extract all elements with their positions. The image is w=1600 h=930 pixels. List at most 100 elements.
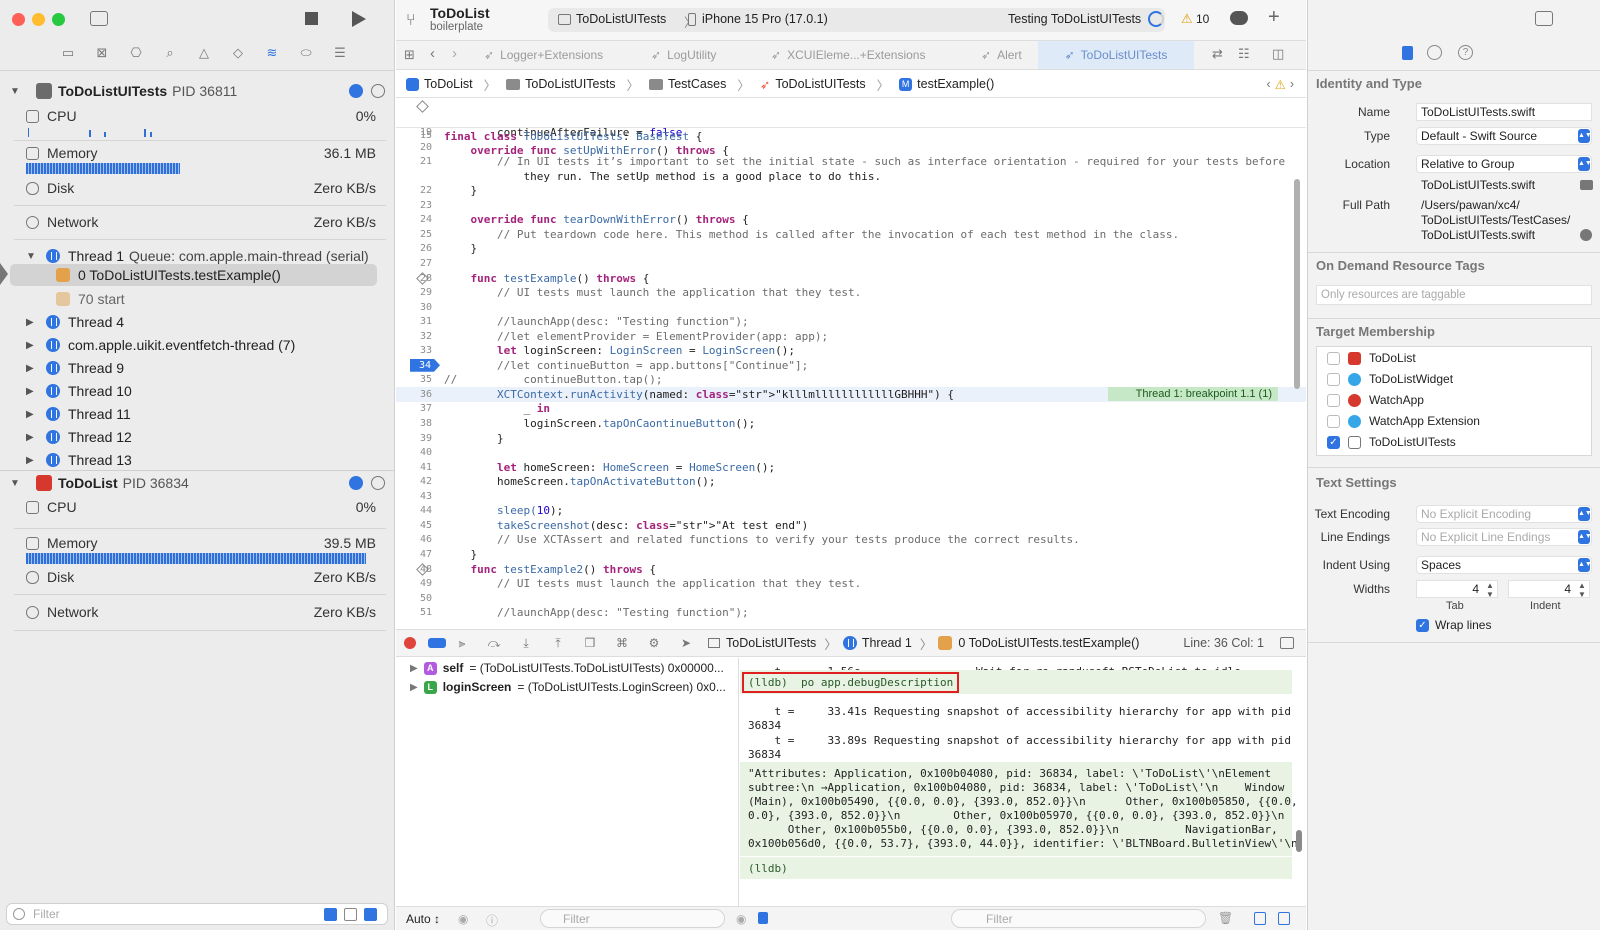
- test-diamond-icon[interactable]: [416, 100, 429, 113]
- target-row-watchapp-extension[interactable]: WatchApp Extension: [1327, 414, 1480, 428]
- chevron-down-icon[interactable]: ▼: [10, 86, 22, 97]
- tab-xcuielement-extensions[interactable]: ➶ XCUIEleme...+Extensions: [761, 41, 935, 69]
- debug-target[interactable]: ToDoListUITests: [726, 636, 816, 650]
- line-number[interactable]: 35: [396, 372, 432, 387]
- line-number[interactable]: 49: [396, 576, 432, 591]
- breakpoints-toggle-icon[interactable]: [428, 638, 446, 648]
- step-over-icon[interactable]: ⤼: [486, 636, 502, 650]
- chevron-down-icon[interactable]: ▼: [26, 251, 38, 262]
- filter-option-icon[interactable]: [344, 908, 357, 921]
- stack-frame-0[interactable]: 0 ToDoListUITests.testExample(): [10, 264, 377, 286]
- console-option-icon[interactable]: [758, 912, 768, 924]
- chevron-right-icon[interactable]: ▶: [26, 317, 38, 328]
- show-variables-icon[interactable]: [1254, 912, 1266, 925]
- stop-icon[interactable]: [305, 12, 318, 25]
- process-row-uitests[interactable]: ▼ ToDoListUITests PID 36811: [10, 80, 385, 102]
- activity-bar[interactable]: ToDoListUITests 〉 iPhone 15 Pro (17.0.1)…: [548, 8, 1165, 32]
- line-number[interactable]: 26: [396, 241, 432, 256]
- endings-popup[interactable]: No Explicit Line Endings ▲▼: [1416, 528, 1592, 546]
- navigator-filter[interactable]: Filter: [6, 903, 388, 925]
- continue-icon[interactable]: ⫸: [454, 636, 470, 650]
- chevron-down-icon[interactable]: ▼: [10, 478, 22, 489]
- scheme-label[interactable]: ToDoListUITests: [576, 12, 666, 26]
- eye-icon[interactable]: ◉: [736, 912, 746, 926]
- swap-icon[interactable]: ⇄: [1212, 46, 1223, 62]
- variables-scope-popup[interactable]: Auto ↕: [406, 912, 440, 926]
- stack-frame-70[interactable]: 70 start: [56, 288, 416, 310]
- run-icon[interactable]: [352, 11, 366, 27]
- chevron-right-icon[interactable]: ▶: [26, 340, 38, 351]
- toggle-console-icon[interactable]: [1280, 637, 1294, 649]
- sidebar-toggle-icon[interactable]: [90, 11, 108, 26]
- line-number[interactable]: 36: [396, 387, 432, 402]
- line-number[interactable]: 46: [396, 532, 432, 547]
- device-label[interactable]: iPhone 15 Pro (17.0.1): [702, 12, 828, 26]
- thread-row[interactable]: ▶ Thread 12: [26, 426, 386, 448]
- line-number[interactable]: 25: [396, 227, 432, 242]
- target-row-todolist[interactable]: ToDoList: [1327, 351, 1416, 365]
- source-editor[interactable]: 19 continueAfterFailure = false 20 21 // I…: [396, 99, 1306, 629]
- view-hierarchy-icon[interactable]: ❒: [582, 636, 598, 650]
- chevron-left-icon[interactable]: ‹: [1266, 77, 1270, 91]
- test-icon[interactable]: ◇: [230, 45, 246, 61]
- variables-filter[interactable]: Filter: [540, 909, 725, 928]
- chevron-right-icon[interactable]: ▶: [26, 409, 38, 420]
- filter-option-icon[interactable]: [324, 908, 337, 921]
- line-number[interactable]: 42: [396, 474, 432, 489]
- line-number[interactable]: 45: [396, 518, 432, 533]
- tab-alert[interactable]: ➶ Alert: [971, 41, 1032, 69]
- line-number[interactable]: 50: [396, 591, 432, 606]
- thread-row[interactable]: ▶ Thread 9: [26, 357, 386, 379]
- line-number[interactable]: 43: [396, 489, 432, 504]
- target-checkbox[interactable]: [1327, 351, 1340, 365]
- breadcrumb-file[interactable]: ➶ ToDoListUITests 〉: [760, 75, 889, 94]
- source-control-icon[interactable]: ⊠: [94, 45, 110, 61]
- back-icon[interactable]: ‹: [430, 45, 435, 62]
- stepper-icon[interactable]: ▲ ▼: [1486, 581, 1494, 599]
- cpu-gauge[interactable]: CPU 0%: [26, 499, 376, 515]
- pause-icon[interactable]: [371, 476, 385, 490]
- chevron-right-icon[interactable]: ▶: [410, 682, 418, 693]
- memory-graph-icon[interactable]: ⌘: [614, 636, 630, 650]
- location-icon[interactable]: ➤: [678, 636, 694, 650]
- warning-icon[interactable]: ⚠: [1181, 11, 1193, 27]
- step-out-icon[interactable]: ⤒: [550, 636, 566, 650]
- debug-icon[interactable]: ≋: [264, 45, 280, 61]
- disk-gauge[interactable]: Disk Zero KB/s: [26, 180, 376, 196]
- issue-icon[interactable]: △: [196, 45, 212, 61]
- folder-icon[interactable]: ▭: [60, 45, 76, 61]
- console-filter[interactable]: Filter: [951, 909, 1206, 928]
- line-number[interactable]: 37: [396, 401, 432, 416]
- thread-row[interactable]: ▶ Thread 10: [26, 380, 386, 402]
- environment-overrides-icon[interactable]: ⚙: [646, 636, 662, 650]
- breadcrumb-project[interactable]: ToDoList 〉: [406, 75, 496, 94]
- target-checkbox[interactable]: [1327, 393, 1340, 407]
- breakpoint-icon[interactable]: ⬭: [298, 45, 314, 61]
- info-icon[interactable]: ⓘ: [486, 912, 498, 929]
- tab-logger-extensions[interactable]: ➶ Logger+Extensions: [474, 41, 613, 69]
- eye-icon[interactable]: ◉: [458, 912, 468, 926]
- console-view[interactable]: · t = 1.56s Wait for ro.randusoft.RSToDo…: [740, 658, 1306, 906]
- reveal-arrow-icon[interactable]: [1580, 229, 1592, 241]
- stepper-icon[interactable]: ▲ ▼: [1578, 581, 1586, 599]
- line-number[interactable]: 30: [396, 300, 432, 315]
- name-field[interactable]: ToDoListUITests.swift: [1416, 103, 1592, 121]
- line-number[interactable]: 31: [396, 314, 432, 329]
- zoom-window-button[interactable]: [52, 13, 65, 26]
- line-number[interactable]: 32: [396, 329, 432, 344]
- target-checkbox[interactable]: ✓: [1327, 435, 1340, 449]
- forward-icon[interactable]: ›: [452, 45, 457, 62]
- wrap-lines-checkbox[interactable]: ✓ Wrap lines: [1416, 618, 1491, 632]
- line-number[interactable]: 39: [396, 431, 432, 446]
- target-checkbox[interactable]: [1327, 414, 1340, 428]
- search-icon[interactable]: ⌕: [162, 45, 178, 61]
- editor-scrollbar[interactable]: [1294, 179, 1300, 389]
- cpu-gauge[interactable]: CPU 0%: [26, 108, 376, 124]
- line-number[interactable]: 40: [396, 445, 432, 460]
- help-icon[interactable]: ?: [1458, 45, 1473, 60]
- network-gauge[interactable]: Network Zero KB/s: [26, 604, 376, 620]
- variable-row-self[interactable]: ▶ A self = (ToDoListUITests.ToDoListUITe…: [410, 661, 724, 675]
- hide-debug-area-icon[interactable]: [404, 637, 416, 649]
- thread-row[interactable]: ▶ com.apple.uikit.eventfetch-thread (7): [26, 334, 386, 356]
- variable-row-loginscreen[interactable]: ▶ L loginScreen = (ToDoListUITests.Login…: [410, 680, 726, 694]
